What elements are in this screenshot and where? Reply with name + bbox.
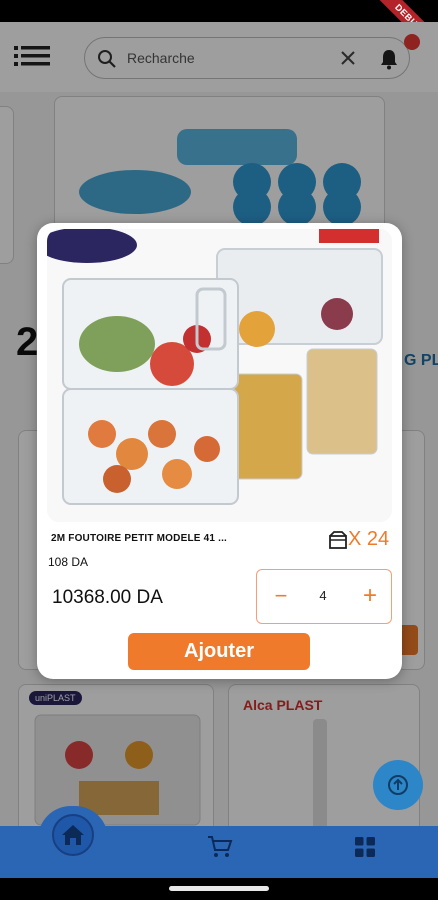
scroll-top-button[interactable] xyxy=(373,760,423,810)
nav-grid[interactable] xyxy=(354,836,376,858)
increment-button[interactable]: + xyxy=(359,584,381,608)
unit-price: 108 DA xyxy=(48,555,89,569)
pack-multiplier: X 24 xyxy=(348,528,390,550)
box-icon xyxy=(329,531,347,549)
product-photo xyxy=(47,229,392,522)
product-image xyxy=(47,229,392,522)
product-name: 2M FOUTOIRE PETIT MODELE 41 ... xyxy=(51,533,228,544)
quantity-stepper: − 4 + xyxy=(256,569,392,624)
app-screen: DEBUG Recharche 2M G PL xyxy=(0,0,438,900)
add-to-cart-button[interactable]: Ajouter xyxy=(128,633,310,670)
arrow-up-circle-icon xyxy=(388,775,408,795)
home-indicator[interactable] xyxy=(169,886,269,891)
total-price: 10368.00 DA xyxy=(52,587,163,608)
home-icon xyxy=(62,825,84,845)
status-bar xyxy=(0,0,438,22)
nav-home[interactable] xyxy=(52,814,94,856)
quantity-value[interactable]: 4 xyxy=(313,588,333,603)
nav-cart[interactable] xyxy=(207,835,233,859)
decrement-button[interactable]: − xyxy=(271,584,291,608)
